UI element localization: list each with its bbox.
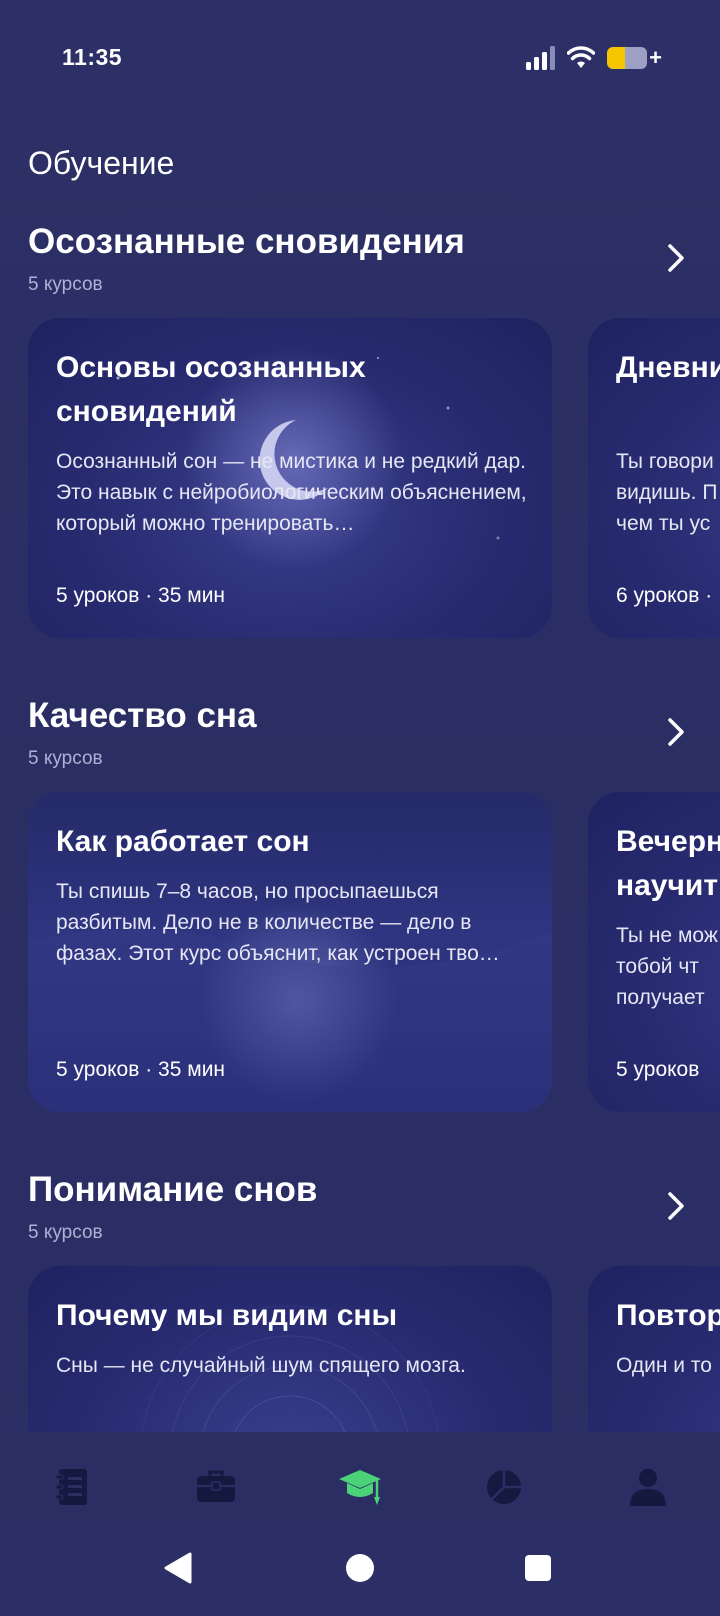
battery-icon: + [607,47,662,69]
course-meta: 5 уроков · 35 мин [56,584,226,607]
back-triangle-icon [164,1552,192,1584]
course-card[interactable]: Дневник: что исч Ты говори видишь. П чем… [588,318,720,638]
nav-journal[interactable] [32,1447,112,1527]
course-description: Ты спишь 7–8 часов, но просыпаешься разб… [56,880,500,965]
status-bar: 11:35 + [0,0,720,118]
screen: 11:35 + Обучение Осознанные сновидения 5… [0,0,720,1616]
course-meta: 5 уроков [616,1058,700,1081]
course-title: Основы осознанных сновидений [56,351,366,428]
journal-icon [55,1469,87,1505]
back-button[interactable] [148,1538,208,1598]
course-description: Осознанный сон — не мистика и не редкий … [56,450,527,535]
home-circle-icon [346,1554,374,1582]
page-title: Обучение [28,145,175,181]
home-button[interactable] [330,1538,390,1598]
section-title[interactable]: Осознанные сновидения [28,222,465,262]
profile-icon [630,1469,666,1506]
chevron-right-icon[interactable] [662,714,690,750]
section-understanding-dreams: Понимание снов 5 курсов Почему мы видим … [0,1170,720,1432]
course-title: Как работает сон [56,825,310,858]
nav-stats[interactable] [464,1447,544,1527]
course-card[interactable]: Как работает сон Ты спишь 7–8 часов, но … [28,792,552,1112]
briefcase-icon [197,1470,235,1502]
course-description: Один и то [616,1354,712,1377]
graduation-cap-icon [339,1470,381,1505]
course-description: Сны — не случайный шум спящего мозга. [56,1354,466,1377]
section-count: 5 курсов [28,748,103,769]
cards-carousel[interactable]: Почему мы видим сны Сны — не случайный ш… [0,1266,720,1432]
recents-button[interactable] [508,1538,568,1598]
cards-carousel[interactable]: Как работает сон Ты спишь 7–8 часов, но … [0,792,720,1114]
chevron-right-icon[interactable] [662,240,690,276]
course-meta: 5 уроков · 35 мин [56,1058,226,1081]
status-time: 11:35 [62,44,123,70]
section-title[interactable]: Качество сна [28,696,257,736]
course-title: Почему мы видим сны [56,1299,398,1332]
nav-profile[interactable] [608,1447,688,1527]
course-description: Ты говори видишь. П чем ты ус [616,450,718,535]
section-title[interactable]: Понимание снов [28,1170,317,1210]
course-title: Вечерн научит [616,825,720,902]
chevron-right-icon[interactable] [662,1188,690,1224]
cards-carousel[interactable]: Основы осознанных сновидений Осознанный … [0,318,720,640]
course-meta: 6 уроков · [616,584,713,607]
ripple-icon [141,1305,439,1432]
status-icons: + [525,44,662,72]
nav-practices[interactable] [176,1447,256,1527]
pie-chart-icon [487,1470,521,1504]
course-card[interactable]: Повтор Один и то [588,1266,720,1432]
section-count: 5 курсов [28,1222,103,1243]
system-nav-bar [0,1520,720,1616]
course-card[interactable]: Почему мы видим сны Сны — не случайный ш… [28,1266,552,1432]
wifi-icon [567,46,596,68]
recents-square-icon [525,1555,551,1581]
nav-learning[interactable] [320,1447,400,1527]
course-title: Дневник: что исч [616,351,720,384]
course-title: Повтор [616,1299,720,1332]
course-card[interactable]: Основы осознанных сновидений Осознанный … [28,318,552,638]
signal-icon [526,46,556,70]
section-count: 5 курсов [28,274,103,295]
course-description: Ты не мож с тобой чт получает [616,924,720,1009]
course-card[interactable]: Вечерн научит Ты не мож с тобой чт получ… [588,792,720,1112]
